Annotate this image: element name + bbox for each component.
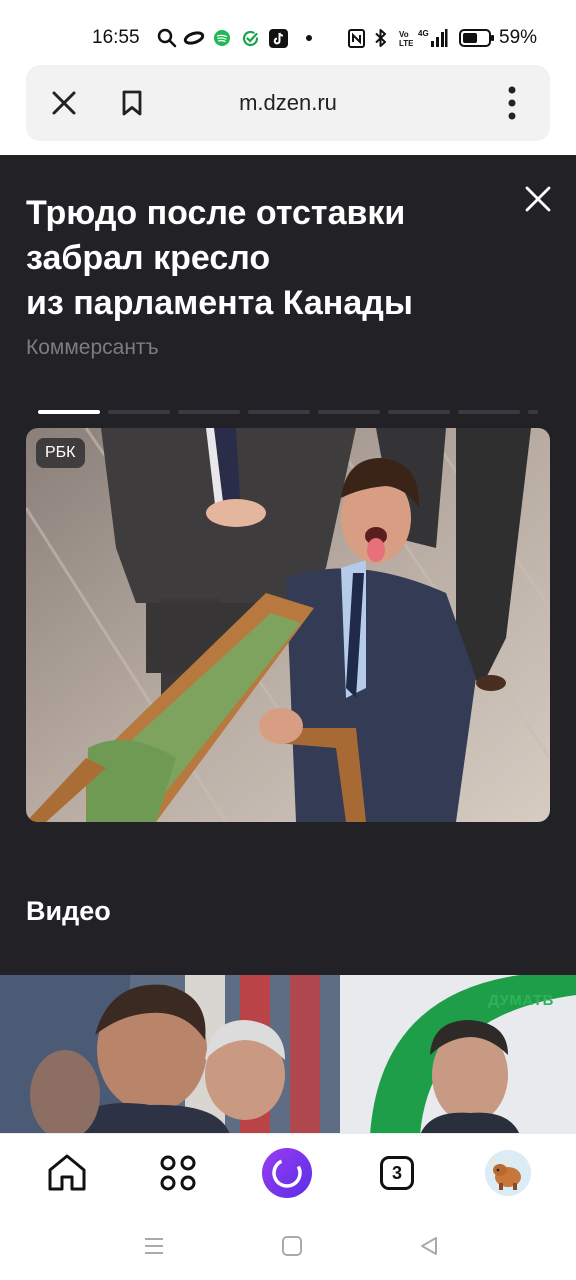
system-navigation (0, 1211, 576, 1280)
video-channel-label: ДУМАТВ (488, 992, 554, 1009)
svg-text:Vo: Vo (399, 30, 409, 39)
image-source-badge: РБК (36, 438, 85, 468)
story-image[interactable]: РБК (26, 428, 550, 822)
story-panel: Трюдо после отставки забрал кресло из парл… (0, 155, 576, 975)
spotify-icon (212, 27, 232, 49)
more-menu-button[interactable] (492, 83, 532, 123)
progress-segment (388, 410, 450, 414)
bluetooth-icon (372, 27, 388, 49)
svg-text:4G: 4G (418, 29, 429, 38)
profile-button[interactable] (483, 1148, 533, 1198)
oppo-icon (183, 27, 205, 49)
progress-segment (458, 410, 520, 414)
progress-segment (108, 410, 170, 414)
status-time: 16:55 (92, 27, 140, 48)
more-vertical-icon (508, 86, 516, 120)
tabs-button[interactable]: 3 (372, 1148, 422, 1198)
profile-avatar (485, 1150, 531, 1196)
home-square-icon (282, 1236, 302, 1256)
dot-icon (304, 27, 314, 49)
progress-segment (318, 410, 380, 414)
progress-segment (248, 410, 310, 414)
check-icon (240, 27, 260, 49)
alice-icon (262, 1148, 312, 1198)
svg-text:LTE: LTE (399, 39, 413, 48)
tabs-icon: 3 (380, 1156, 414, 1190)
video-thumbnail[interactable]: ДУМАТВ (0, 975, 576, 1135)
volte-icon: Vo LTE (397, 27, 413, 49)
services-button[interactable] (153, 1148, 203, 1198)
browser-toolbar: m.dzen.ru (26, 65, 550, 141)
close-icon (525, 186, 551, 212)
nfc-icon (347, 27, 365, 49)
home-button[interactable] (42, 1148, 92, 1198)
alice-button[interactable] (262, 1148, 312, 1198)
home-icon (48, 1154, 86, 1191)
progress-segment (38, 410, 100, 414)
battery-icon (459, 27, 495, 49)
recent-apps-button[interactable] (139, 1231, 169, 1261)
progress-segment (528, 410, 538, 414)
tabs-count: 3 (391, 1162, 402, 1183)
search-icon (157, 27, 177, 49)
story-headline[interactable]: Трюдо после отставки забрал кресло из парл… (26, 191, 496, 326)
bottom-navigation: 3 (0, 1133, 576, 1211)
close-story-button[interactable] (520, 181, 556, 217)
video-section-title: Видео (26, 896, 111, 926)
story-source[interactable]: Коммерсантъ (26, 336, 159, 360)
tiktok-icon (268, 27, 288, 49)
story-progress (38, 410, 538, 414)
progress-segment (178, 410, 240, 414)
story-photo (26, 428, 550, 822)
battery-percent: 59% (499, 27, 538, 48)
apps-grid-icon (160, 1155, 196, 1191)
system-back-button[interactable] (414, 1231, 444, 1261)
signal-icon: 4G (418, 27, 448, 49)
menu-icon (145, 1238, 163, 1254)
url-field[interactable]: m.dzen.ru (26, 90, 550, 116)
system-home-button[interactable] (277, 1231, 307, 1261)
status-bar: 16:55 Vo LTE 4G 59% (0, 0, 576, 64)
back-icon (421, 1237, 437, 1255)
